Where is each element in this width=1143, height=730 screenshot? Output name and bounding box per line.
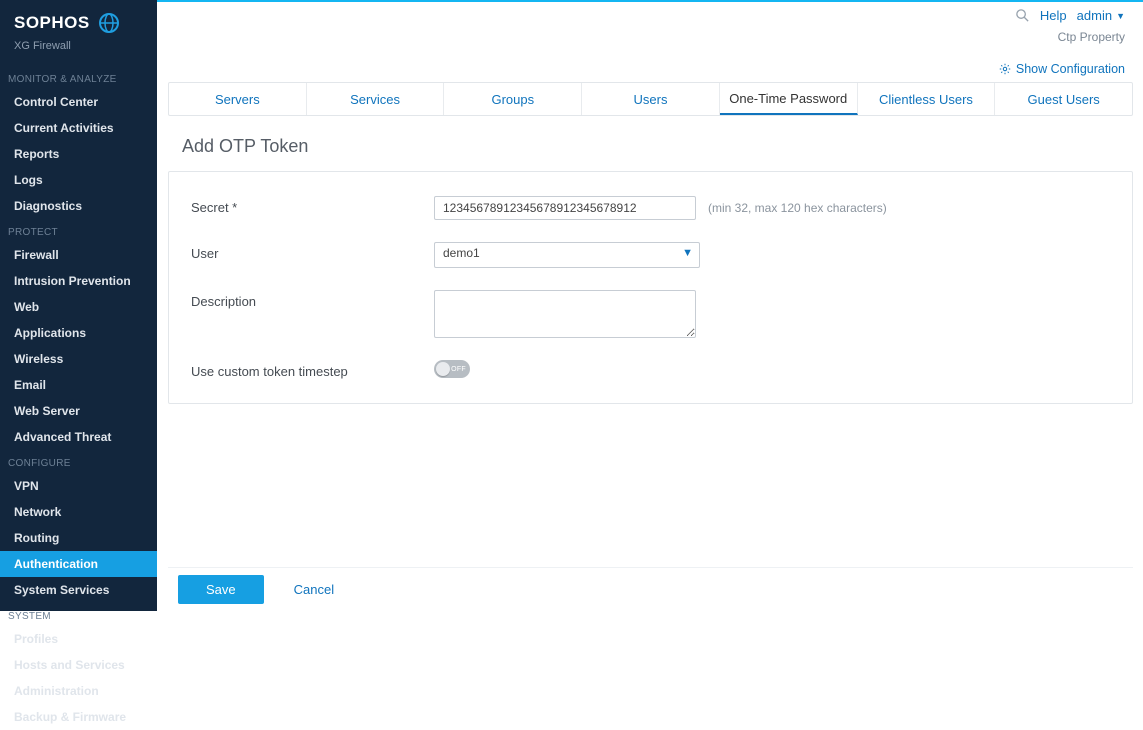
- top-links: Help admin ▼: [1015, 8, 1125, 23]
- row-secret: Secret * (min 32, max 120 hex characters…: [189, 196, 1112, 220]
- sidebar-section-label: SYSTEM: [0, 603, 157, 626]
- row-timestep: Use custom token timestep OFF: [189, 360, 1112, 379]
- footer: Save Cancel: [168, 567, 1133, 611]
- user-label: User: [189, 242, 434, 261]
- sidebar-item-intrusion-prevention[interactable]: Intrusion Prevention: [0, 268, 157, 294]
- tab-clientless-users[interactable]: Clientless Users: [858, 83, 996, 115]
- sidebar-item-administration[interactable]: Administration: [0, 678, 157, 704]
- sidebar-item-logs[interactable]: Logs: [0, 167, 157, 193]
- sidebar-item-diagnostics[interactable]: Diagnostics: [0, 193, 157, 219]
- caret-down-icon: ▼: [1116, 11, 1125, 21]
- sidebar-item-web-server[interactable]: Web Server: [0, 398, 157, 424]
- topbar: Help admin ▼ Ctp Property: [157, 0, 1143, 54]
- form-panel: Secret * (min 32, max 120 hex characters…: [168, 171, 1133, 404]
- save-button[interactable]: Save: [178, 575, 264, 604]
- user-select[interactable]: demo1 ▼: [434, 242, 700, 268]
- secret-input[interactable]: [434, 196, 696, 220]
- sidebar-item-firewall[interactable]: Firewall: [0, 242, 157, 268]
- sidebar-item-email[interactable]: Email: [0, 372, 157, 398]
- show-configuration-label: Show Configuration: [1016, 62, 1125, 76]
- toggle-state: OFF: [451, 366, 466, 373]
- sidebar-item-applications[interactable]: Applications: [0, 320, 157, 346]
- showconf-bar: Show Configuration: [157, 57, 1143, 81]
- show-configuration-link[interactable]: Show Configuration: [999, 62, 1125, 76]
- brand-name: SOPHOS: [14, 13, 90, 33]
- search-icon[interactable]: [1015, 8, 1030, 23]
- sidebar-item-network[interactable]: Network: [0, 499, 157, 525]
- content: Add OTP Token Secret * (min 32, max 120 …: [168, 130, 1133, 567]
- row-description: Description: [189, 290, 1112, 338]
- cancel-button[interactable]: Cancel: [294, 582, 334, 597]
- sidebar-item-wireless[interactable]: Wireless: [0, 346, 157, 372]
- sidebar-item-system-services[interactable]: System Services: [0, 577, 157, 603]
- user-select-value: demo1: [434, 242, 700, 268]
- tab-users[interactable]: Users: [582, 83, 720, 115]
- tab-guest-users[interactable]: Guest Users: [995, 83, 1132, 115]
- page-title: Add OTP Token: [182, 136, 1133, 157]
- timestep-label: Use custom token timestep: [189, 360, 434, 379]
- sidebar-section-label: PROTECT: [0, 219, 157, 242]
- sidebar-section-label: CONFIGURE: [0, 450, 157, 473]
- tabbar: ServersServicesGroupsUsersOne-Time Passw…: [168, 82, 1133, 116]
- tab-services[interactable]: Services: [307, 83, 445, 115]
- sidebar-item-routing[interactable]: Routing: [0, 525, 157, 551]
- brand-globe-icon: [98, 12, 120, 34]
- description-input[interactable]: [434, 290, 696, 338]
- sidebar: SOPHOS XG Firewall MONITOR & ANALYZECont…: [0, 0, 157, 611]
- tab-one-time-password[interactable]: One-Time Password: [720, 83, 858, 115]
- sidebar-item-advanced-threat[interactable]: Advanced Threat: [0, 424, 157, 450]
- sidebar-item-backup-firmware[interactable]: Backup & Firmware: [0, 704, 157, 730]
- sidebar-item-vpn[interactable]: VPN: [0, 473, 157, 499]
- property-label: Ctp Property: [1058, 30, 1125, 44]
- secret-hint: (min 32, max 120 hex characters): [708, 201, 887, 215]
- sidebar-section-label: MONITOR & ANALYZE: [0, 66, 157, 89]
- help-link[interactable]: Help: [1040, 8, 1067, 23]
- gear-icon: [999, 63, 1011, 75]
- sidebar-item-profiles[interactable]: Profiles: [0, 626, 157, 652]
- brand-product: XG Firewall: [0, 40, 157, 66]
- tab-groups[interactable]: Groups: [444, 83, 582, 115]
- user-name: admin: [1077, 8, 1112, 23]
- sidebar-item-web[interactable]: Web: [0, 294, 157, 320]
- user-menu[interactable]: admin ▼: [1077, 8, 1125, 23]
- sidebar-item-reports[interactable]: Reports: [0, 141, 157, 167]
- sidebar-item-authentication[interactable]: Authentication: [0, 551, 157, 577]
- sidebar-item-hosts-and-services[interactable]: Hosts and Services: [0, 652, 157, 678]
- sidebar-item-control-center[interactable]: Control Center: [0, 89, 157, 115]
- tab-servers[interactable]: Servers: [169, 83, 307, 115]
- toggle-knob: [436, 362, 450, 376]
- secret-label: Secret *: [189, 196, 434, 215]
- row-user: User demo1 ▼: [189, 242, 1112, 268]
- sidebar-item-current-activities[interactable]: Current Activities: [0, 115, 157, 141]
- timestep-toggle[interactable]: OFF: [434, 360, 470, 378]
- sidebar-nav: MONITOR & ANALYZEControl CenterCurrent A…: [0, 66, 157, 730]
- description-label: Description: [189, 290, 434, 309]
- brand: SOPHOS: [0, 0, 157, 40]
